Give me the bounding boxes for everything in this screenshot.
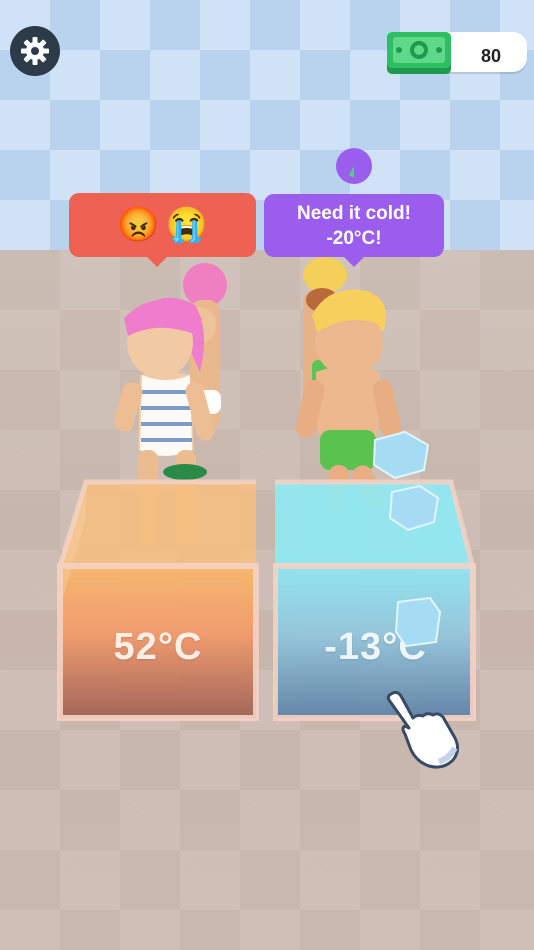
crying-face-icon: 😭 [165,206,208,244]
angry-face-icon: 😡 [117,206,160,244]
ice-cube [394,596,442,648]
request-line-1: Need it cold! [296,202,411,224]
gear-icon [21,37,49,65]
game-scene: 52°C -13°C 😡 😭 Need it cold! -20°C! 80 [0,0,534,950]
ice-cubes [372,430,442,648]
request-line-2: -20°C! [326,227,382,249]
angry-customer-bubble: 😡 😭 [69,193,256,267]
tutorial-hand-icon [386,690,460,769]
ice-cube [372,430,430,480]
money-counter: 80 [382,28,527,74]
cash-icon [387,32,451,74]
ice-cube [388,484,440,532]
settings-button[interactable] [10,26,60,76]
money-value: 80 [480,46,501,66]
pie-timer-icon [336,148,372,184]
request-bubble: Need it cold! -20°C! [264,194,444,267]
